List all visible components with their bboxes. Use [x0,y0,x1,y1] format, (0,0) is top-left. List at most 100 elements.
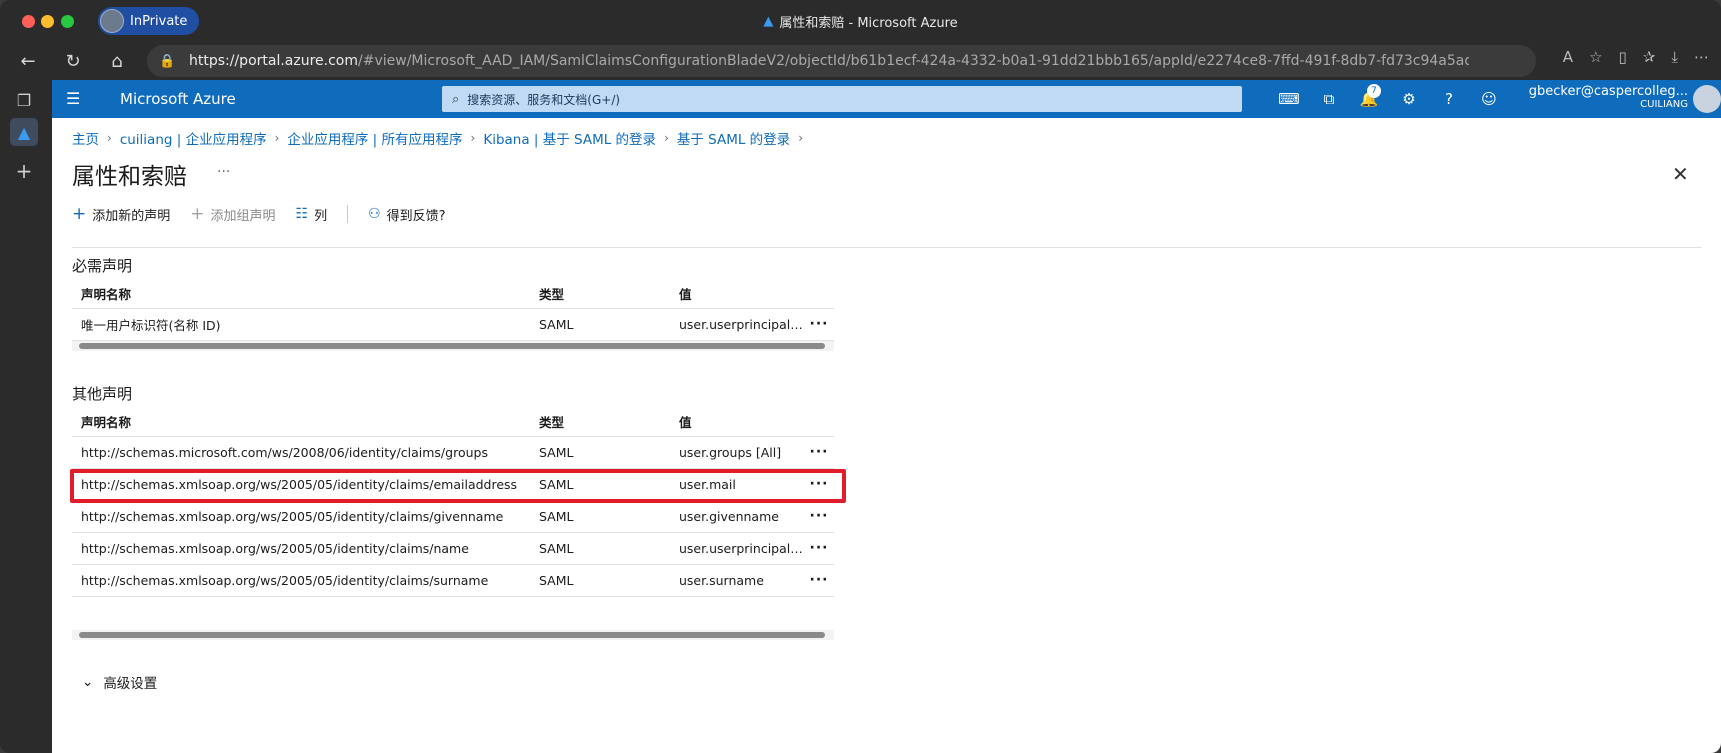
highlight-box [70,469,846,503]
breadcrumb-kibana-saml[interactable]: Kibana | 基于 SAML 的登录 [483,128,656,148]
more-options-icon[interactable]: ··· [217,164,230,180]
required-claims-title: 必需声明 [72,257,133,275]
browser-sidebar: ❐ ▲ + [0,80,48,753]
table-header-row: 声明名称 类型 值 [72,407,834,437]
favorite-star-icon[interactable]: ☆ [1589,48,1602,66]
column-header-type[interactable]: 类型 [530,407,670,437]
claim-name: 唯一用户标识符(名称 ID) [72,308,530,341]
add-group-claim-button[interactable]: + 添加组声明 [190,204,275,224]
feedback-person-icon: ⚇ [368,206,381,222]
add-claim-label: 添加新的声明 [92,208,171,224]
row-more-icon[interactable]: ··· [804,564,834,597]
breadcrumb-enterprise-apps[interactable]: cuiliang | 企业应用程序 [120,128,267,148]
column-header-actions [804,279,834,309]
horizontal-scrollbar[interactable] [72,341,834,351]
row-more-icon[interactable]: ··· [804,436,834,469]
global-search-input[interactable]: ⌕ 搜索资源、服务和文档(G+/) [442,86,1242,112]
cloud-shell-icon[interactable]: ⌨ [1269,80,1309,118]
feedback-button[interactable]: ⚇ 得到反馈? [368,205,445,224]
feedback-icon[interactable]: ☺ [1469,80,1509,118]
claim-name: http://schemas.xmlsoap.org/ws/2005/05/id… [72,500,530,533]
split-screen-icon[interactable]: ▯ [1619,48,1627,66]
chevron-right-icon: › [274,131,280,145]
downloads-icon[interactable]: ⤓ [1671,48,1678,66]
row-more-icon[interactable]: ··· [804,500,834,533]
account-button[interactable]: gbecker@caspercolleg... CUILIANG [1512,84,1688,110]
claim-value: user.userprincipalname [670,532,804,565]
column-header-name[interactable]: 声明名称 [72,407,530,437]
favorites-icon[interactable]: ✰ [1643,48,1656,66]
brand-title[interactable]: Microsoft Azure [120,90,236,108]
back-arrow-icon[interactable]: ← [15,48,41,74]
add-claim-button[interactable]: + 添加新的声明 [72,204,170,224]
breadcrumb-saml-sso[interactable]: 基于 SAML 的登录 [677,128,790,148]
chevron-right-icon: › [470,131,476,145]
page-title: 属性和索赔 [72,164,187,190]
claim-value: user.userprincipalname [670,308,804,341]
column-header-type[interactable]: 类型 [530,279,670,309]
table-row[interactable]: 唯一用户标识符(名称 ID) SAML user.userprincipalna… [72,308,834,341]
row-more-icon[interactable]: ··· [804,308,834,341]
tab-title: ▲ 属性和索赔 - Microsoft Azure [0,12,1721,31]
claim-type: SAML [530,308,670,341]
help-icon[interactable]: ? [1429,80,1469,118]
chevron-right-icon: › [664,131,669,145]
column-header-value[interactable]: 值 [670,279,804,309]
azure-logo-icon: ▲ [763,14,774,29]
scrollbar-thumb[interactable] [79,343,825,349]
breadcrumb-home[interactable]: 主页 [72,128,99,148]
chevron-down-icon: ⌄ [82,674,94,690]
settings-gear-icon[interactable]: ⚙ [1389,80,1429,118]
row-more-icon[interactable]: ··· [804,532,834,565]
scrollbar-thumb[interactable] [79,632,825,638]
browser-window: InPrivate ▲ 属性和索赔 - Microsoft Azure ← ↻ … [0,0,1721,753]
columns-button[interactable]: ☷ 列 [296,205,328,224]
columns-label: 列 [314,208,328,224]
claim-name: http://schemas.xmlsoap.org/ws/2005/05/id… [72,564,530,597]
table-header-row: 声明名称 类型 值 [72,279,834,309]
columns-icon: ☷ [295,206,309,222]
azure-tab-icon[interactable]: ▲ [10,118,38,146]
claim-type: SAML [530,500,670,533]
title-bar: InPrivate ▲ 属性和索赔 - Microsoft Azure [0,0,1721,42]
chevron-right-icon: › [107,131,112,145]
column-header-name[interactable]: 声明名称 [72,279,530,309]
hamburger-menu-icon[interactable]: ☰ [66,91,84,107]
claim-type: SAML [530,564,670,597]
close-blade-icon[interactable]: ✕ [1672,162,1689,186]
azure-portal: ☰ Microsoft Azure ⌕ 搜索资源、服务和文档(G+/) ⌨ ⧉ … [52,80,1721,753]
claim-type: SAML [530,532,670,565]
settings-more-icon[interactable]: ⋯ [1694,48,1709,66]
read-aloud-icon[interactable]: A [1563,48,1573,66]
azure-top-icons: ⌨ ⧉ 🔔 7 ⚙ ? ☺ [1269,80,1509,118]
table-row[interactable]: http://schemas.microsoft.com/ws/2008/06/… [72,436,834,469]
search-placeholder: 搜索资源、服务和文档(G+/) [467,92,621,107]
user-avatar[interactable] [1693,85,1721,113]
toolbar-icons: A ☆ ▯ ✰ ⤓ ⋯ [1563,48,1709,66]
directory-filter-icon[interactable]: ⧉ [1309,80,1349,118]
table-row[interactable]: http://schemas.xmlsoap.org/ws/2005/05/id… [72,532,834,565]
address-bar[interactable]: 🔒 https://portal.azure.com/#view/Microso… [147,45,1536,77]
lock-icon: 🔒 [159,53,176,69]
tab-title-text: 属性和索赔 - Microsoft Azure [779,16,958,31]
azure-top-bar: ☰ Microsoft Azure ⌕ 搜索资源、服务和文档(G+/) ⌨ ⧉ … [52,80,1721,118]
breadcrumb-all-apps[interactable]: 企业应用程序 | 所有应用程序 [287,128,462,148]
plus-icon: + [190,204,205,224]
refresh-icon[interactable]: ↻ [60,48,86,74]
url-text[interactable]: https://portal.azure.com/#view/Microsoft… [189,53,1469,69]
column-header-value[interactable]: 值 [670,407,804,437]
tab-actions-icon[interactable]: ❐ [10,86,38,114]
advanced-settings-toggle[interactable]: ⌄ 高级设置 [82,672,157,692]
claim-value: user.surname [670,564,804,597]
home-icon[interactable]: ⌂ [104,48,130,74]
notification-badge: 7 [1367,84,1381,98]
new-tab-plus-icon[interactable]: + [10,157,38,185]
claim-name: http://schemas.microsoft.com/ws/2008/06/… [72,436,530,469]
additional-claims-title: 其他声明 [72,385,133,403]
table-row[interactable]: http://schemas.xmlsoap.org/ws/2005/05/id… [72,500,834,533]
notifications-bell-icon[interactable]: 🔔 7 [1349,80,1389,118]
table-row[interactable]: http://schemas.xmlsoap.org/ws/2005/05/id… [72,564,834,597]
search-icon: ⌕ [452,91,460,107]
breadcrumb: 主页 › cuiliang | 企业应用程序 › 企业应用程序 | 所有应用程序 › … [72,128,803,148]
horizontal-scrollbar[interactable] [72,630,834,640]
